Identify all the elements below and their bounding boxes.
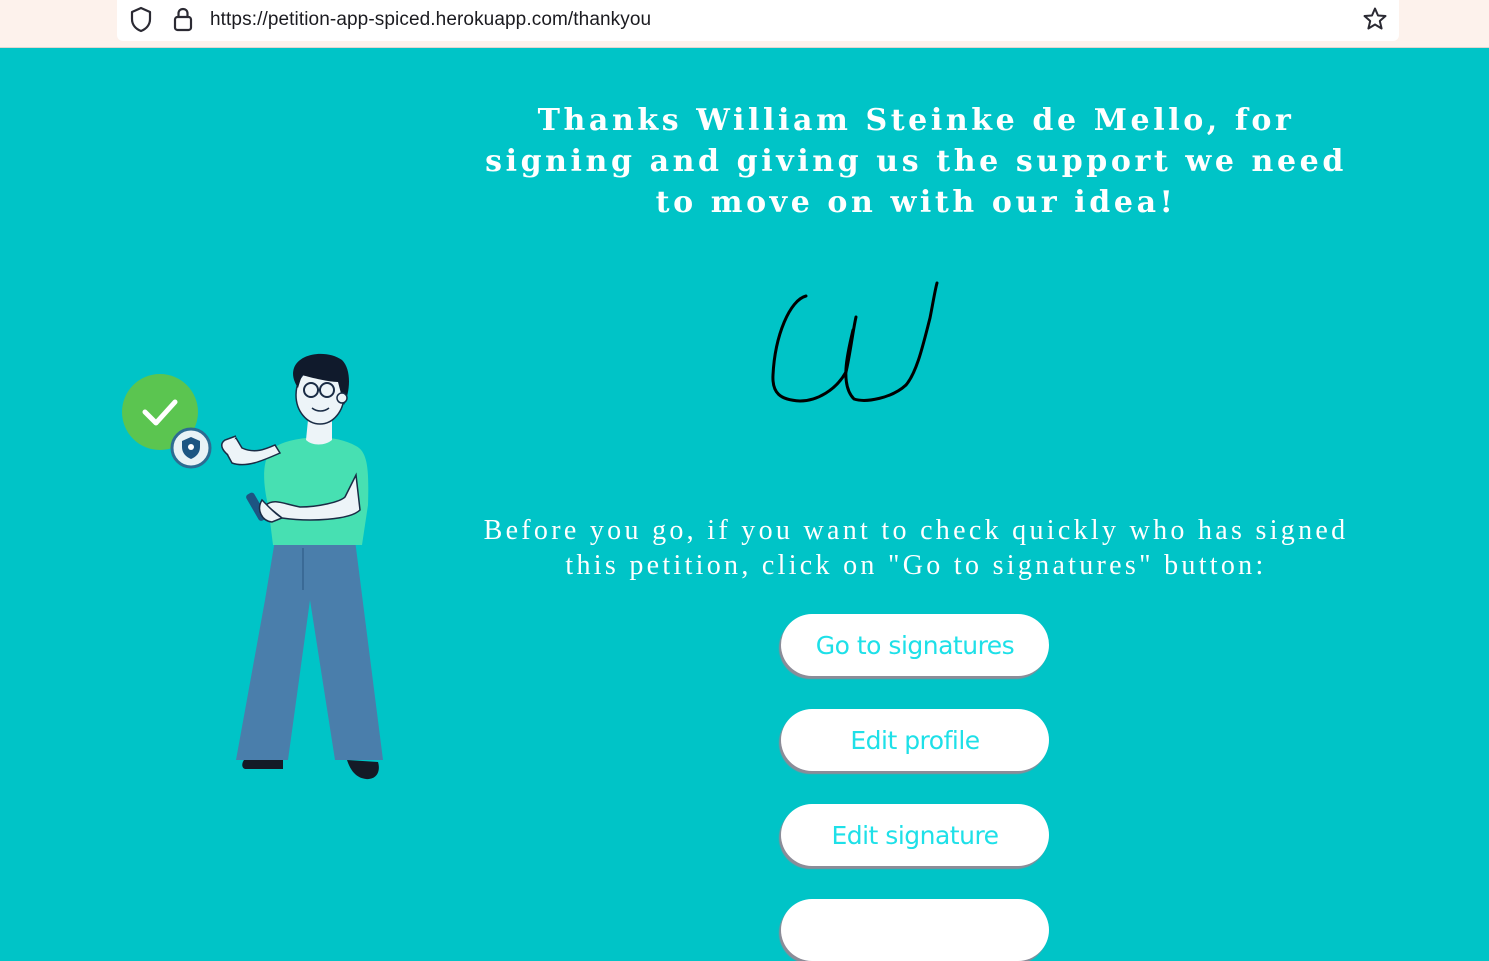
go-to-signatures-hint: Before you go, if you want to check quic… <box>483 515 1349 581</box>
shield-icon[interactable] <box>128 6 154 39</box>
go-to-signatures-button[interactable]: Go to signatures <box>781 614 1049 676</box>
edit-signature-button[interactable]: Edit signature <box>781 804 1049 866</box>
browser-toolbar: https://petition-app-spiced.herokuapp.co… <box>0 0 1489 48</box>
thank-you-heading: Thanks William Steinke de Mello, for sig… <box>485 103 1347 220</box>
signature-image <box>771 281 939 403</box>
security-shield-icon <box>170 427 212 469</box>
lock-icon[interactable] <box>172 6 194 39</box>
edit-profile-button[interactable]: Edit profile <box>781 709 1049 771</box>
next-button-partial[interactable] <box>781 899 1049 961</box>
thumbs-up-person-illustration <box>122 353 383 780</box>
star-icon[interactable] <box>1362 6 1388 37</box>
url-text[interactable]: https://petition-app-spiced.herokuapp.co… <box>210 9 651 31</box>
